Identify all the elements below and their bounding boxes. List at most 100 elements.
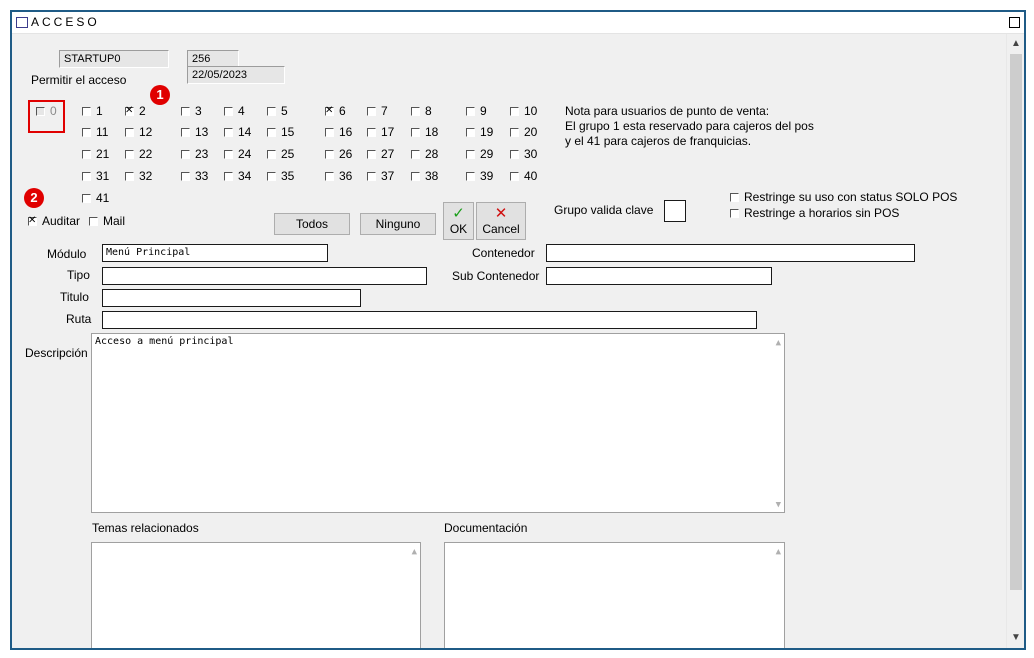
- group-checkbox-box[interactable]: [82, 107, 91, 116]
- group-checkbox-27[interactable]: 27: [367, 147, 394, 161]
- group-checkbox-5[interactable]: 5: [267, 104, 288, 118]
- group-checkbox-box[interactable]: [510, 107, 519, 116]
- group-checkbox-8[interactable]: 8: [411, 104, 432, 118]
- group-checkbox-box[interactable]: [267, 128, 276, 137]
- group-checkbox-7[interactable]: 7: [367, 104, 388, 118]
- group-checkbox-22[interactable]: 22: [125, 147, 152, 161]
- group-checkbox-3[interactable]: 3: [181, 104, 202, 118]
- group-checkbox-12[interactable]: 12: [125, 125, 152, 139]
- titulo-input[interactable]: [102, 289, 361, 307]
- group-checkbox-box[interactable]: [325, 128, 334, 137]
- group-checkbox-box[interactable]: [325, 172, 334, 181]
- scroll-down-icon[interactable]: ▼: [1007, 630, 1024, 646]
- grupo-valida-clave-input[interactable]: [664, 200, 686, 222]
- todos-button[interactable]: Todos: [274, 213, 350, 235]
- group-checkbox-16[interactable]: 16: [325, 125, 352, 139]
- group-checkbox-11[interactable]: 11: [82, 125, 108, 139]
- group-checkbox-19[interactable]: 19: [466, 125, 493, 139]
- group-checkbox-box[interactable]: [82, 128, 91, 137]
- group-checkbox-30[interactable]: 30: [510, 147, 537, 161]
- group-checkbox-box[interactable]: [325, 104, 334, 118]
- modulo-input[interactable]: Menú Principal: [102, 244, 328, 262]
- group-checkbox-box[interactable]: [125, 104, 134, 118]
- group-checkbox-box[interactable]: [510, 172, 519, 181]
- group-checkbox-box[interactable]: [125, 150, 134, 159]
- group-checkbox-box[interactable]: [466, 128, 475, 137]
- group-checkbox-34[interactable]: 34: [224, 169, 251, 183]
- group-checkbox-box[interactable]: [325, 150, 334, 159]
- group-checkbox-box[interactable]: [367, 128, 376, 137]
- group-checkbox-box[interactable]: [181, 107, 190, 116]
- group-checkbox-box[interactable]: [82, 150, 91, 159]
- scroll-down-icon[interactable]: ▼: [776, 500, 781, 510]
- group-checkbox-4[interactable]: 4: [224, 104, 245, 118]
- restringe-horarios-checkbox[interactable]: Restringe a horarios sin POS: [730, 206, 899, 220]
- scrollbar-thumb[interactable]: [1010, 54, 1022, 590]
- group-checkbox-box[interactable]: [181, 172, 190, 181]
- group-checkbox-41[interactable]: 41: [82, 191, 109, 205]
- vertical-scrollbar[interactable]: ▲ ▼: [1006, 34, 1024, 648]
- group-checkbox-40[interactable]: 40: [510, 169, 537, 183]
- group-checkbox-box[interactable]: [125, 128, 134, 137]
- group-checkbox-box[interactable]: [466, 150, 475, 159]
- group-checkbox-box[interactable]: [82, 194, 91, 203]
- group-checkbox-box[interactable]: [267, 107, 276, 116]
- group-checkbox-box[interactable]: [466, 172, 475, 181]
- group-checkbox-box[interactable]: [125, 172, 134, 181]
- group-checkbox-box[interactable]: [267, 172, 276, 181]
- group-checkbox-box[interactable]: [224, 128, 233, 137]
- cancel-button[interactable]: ✕ Cancel: [476, 202, 526, 240]
- scroll-up-icon[interactable]: ▲: [1007, 36, 1024, 52]
- documentacion-textarea[interactable]: ▲: [444, 542, 785, 648]
- scroll-up-icon[interactable]: ▲: [776, 338, 781, 348]
- group-checkbox-13[interactable]: 13: [181, 125, 208, 139]
- ok-button[interactable]: ✓ OK: [443, 202, 474, 240]
- group-checkbox-box[interactable]: [224, 150, 233, 159]
- group-checkbox-box[interactable]: [466, 107, 475, 116]
- group-checkbox-box[interactable]: [411, 128, 420, 137]
- group-checkbox-box[interactable]: [267, 150, 276, 159]
- group-checkbox-9[interactable]: 9: [466, 104, 487, 118]
- group-checkbox-box[interactable]: [367, 150, 376, 159]
- group-checkbox-box[interactable]: [411, 107, 420, 116]
- auditar-checkbox[interactable]: Auditar: [28, 214, 80, 228]
- group-checkbox-box[interactable]: [224, 172, 233, 181]
- group-checkbox-6[interactable]: 6: [325, 104, 346, 118]
- group-checkbox-35[interactable]: 35: [267, 169, 294, 183]
- group-checkbox-15[interactable]: 15: [267, 125, 294, 139]
- group-checkbox-box[interactable]: [510, 128, 519, 137]
- group-checkbox-37[interactable]: 37: [367, 169, 394, 183]
- ruta-input[interactable]: [102, 311, 757, 329]
- group-checkbox-box[interactable]: [411, 150, 420, 159]
- auditar-box[interactable]: [28, 214, 37, 228]
- group-checkbox-box[interactable]: [367, 172, 376, 181]
- group-checkbox-box[interactable]: [411, 172, 420, 181]
- tipo-input[interactable]: [102, 267, 427, 285]
- scroll-up-icon[interactable]: ▲: [412, 547, 417, 557]
- group-checkbox-24[interactable]: 24: [224, 147, 251, 161]
- group-checkbox-21[interactable]: 21: [82, 147, 109, 161]
- group-checkbox-17[interactable]: 17: [367, 125, 394, 139]
- maximize-icon[interactable]: [1009, 17, 1020, 28]
- group-checkbox-32[interactable]: 32: [125, 169, 152, 183]
- group-checkbox-box[interactable]: [181, 128, 190, 137]
- group-checkbox-box[interactable]: [367, 107, 376, 116]
- group-checkbox-18[interactable]: 18: [411, 125, 438, 139]
- group-checkbox-box[interactable]: [181, 150, 190, 159]
- group-checkbox-26[interactable]: 26: [325, 147, 352, 161]
- group-checkbox-1[interactable]: 1: [82, 104, 103, 118]
- group-checkbox-box[interactable]: [510, 150, 519, 159]
- group-checkbox-box[interactable]: [82, 172, 91, 181]
- group-checkbox-33[interactable]: 33: [181, 169, 208, 183]
- group-checkbox-29[interactable]: 29: [466, 147, 493, 161]
- group-checkbox-20[interactable]: 20: [510, 125, 537, 139]
- restringe-solo-pos-checkbox[interactable]: Restringe su uso con status SOLO POS: [730, 190, 957, 204]
- mail-box[interactable]: [89, 217, 98, 226]
- scroll-up-icon[interactable]: ▲: [776, 547, 781, 557]
- descripcion-textarea[interactable]: Acceso a menú principal ▲ ▼: [91, 333, 785, 513]
- restringe-solo-pos-box[interactable]: [730, 193, 739, 202]
- group-checkbox-2[interactable]: 2: [125, 104, 146, 118]
- sub-contenedor-input[interactable]: [546, 267, 772, 285]
- group-checkbox-10[interactable]: 10: [510, 104, 537, 118]
- contenedor-input[interactable]: [546, 244, 915, 262]
